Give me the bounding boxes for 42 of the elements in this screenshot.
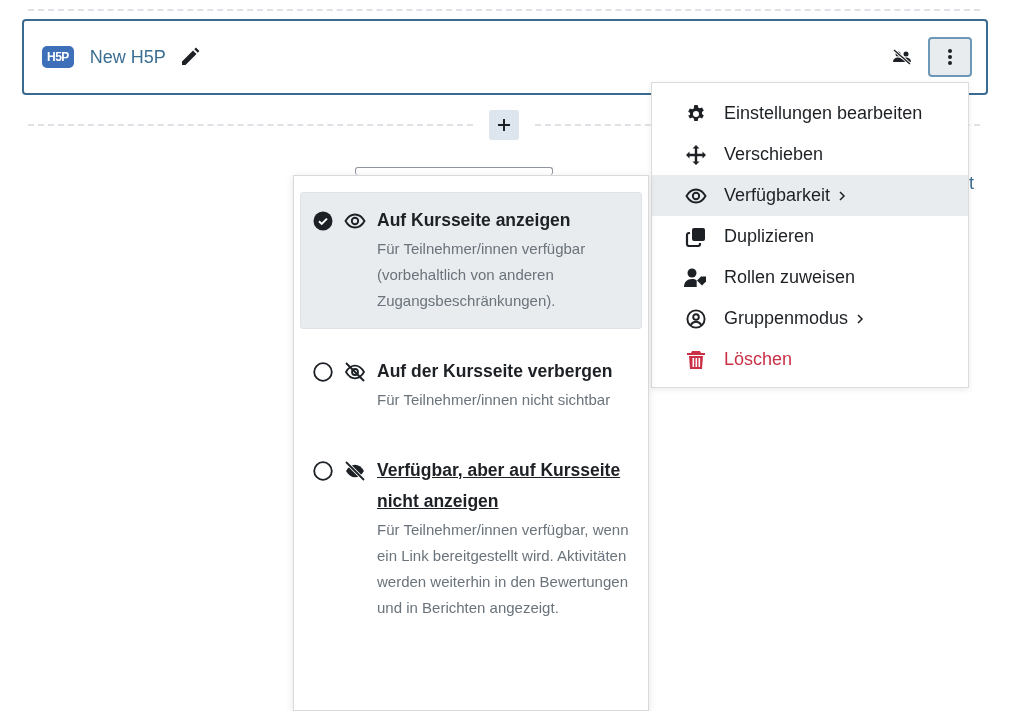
option-title: Verfügbar, aber auf Kursseite nicht anzeigen bbox=[377, 459, 622, 513]
activity-link[interactable]: New H5P bbox=[89, 43, 166, 71]
add-button[interactable] bbox=[489, 110, 519, 140]
menu-item-label: Rollen zuweisen bbox=[724, 266, 856, 289]
option-title: Auf Kursseite anzeigen bbox=[377, 209, 572, 232]
eye-slash-icon bbox=[343, 461, 367, 481]
user-circle-icon bbox=[684, 308, 708, 329]
menu-item-label: Gruppenmodus bbox=[724, 307, 849, 330]
availability-option[interactable]: Verfügbar, aber auf Kursseite nicht anzeigen Für Teilnehmer/innen verfügbar, wenn ein Link bereitgestellt wird. Aktivitäten werden weiterhin in den Bewertungen und in Berichten angezeigt. bbox=[300, 442, 642, 636]
link-fragment[interactable]: t bbox=[969, 170, 974, 197]
option-description: Für Teilnehmer/innen verfügbar, wenn ein Link bereitgestellt wird. Aktivitäten werden weiterhin in den Bewertungen und in Berichten angezeigt. bbox=[377, 520, 629, 618]
availability-option[interactable]: Auf der Kursseite verbergen Für Teilnehmer/innen nicht sichtbar bbox=[300, 343, 642, 428]
menu-item-label: Löschen bbox=[724, 348, 793, 371]
copy-icon bbox=[684, 226, 708, 247]
menu-item-label: Duplizieren bbox=[724, 225, 815, 248]
logo: H5P bbox=[42, 46, 74, 68]
option-title: Auf der Kursseite verbergen bbox=[377, 360, 614, 383]
chevron-icon bbox=[838, 189, 847, 202]
kebab-icon bbox=[947, 48, 953, 66]
eye-icon bbox=[343, 211, 367, 231]
trash-icon bbox=[684, 349, 708, 370]
chevron-icon bbox=[856, 312, 865, 325]
menu-item[interactable]: Einstellungen bearbeiten bbox=[652, 93, 968, 134]
menu-item[interactable]: Gruppenmodus bbox=[652, 298, 968, 339]
more-button[interactable] bbox=[928, 37, 972, 77]
menu-item[interactable]: Verschieben bbox=[652, 134, 968, 175]
move-icon bbox=[684, 144, 708, 165]
plus-icon bbox=[497, 118, 511, 132]
menu-item[interactable]: Duplizieren bbox=[652, 216, 968, 257]
availability-option[interactable]: Auf Kursseite anzeigen Für Teilnehmer/innen verfügbar (vorbehaltlich von anderen Zugangsbeschränkungen). bbox=[300, 192, 642, 329]
menu-item-label: Einstellungen bearbeiten bbox=[724, 102, 923, 125]
group-icon bbox=[892, 49, 912, 65]
eye-slash-icon bbox=[343, 362, 367, 382]
menu-item-label: Verschieben bbox=[724, 143, 824, 166]
menu-item[interactable]: Rollen zuweisen bbox=[652, 257, 968, 298]
menu-item[interactable]: Verfügbarkeit bbox=[652, 175, 968, 216]
menu-item[interactable]: Löschen bbox=[652, 339, 968, 380]
menu-item-label: Verfügbarkeit bbox=[724, 184, 831, 207]
user-tag-icon bbox=[684, 267, 708, 288]
option-description: Für Teilnehmer/innen verfügbar (vorbehaltlich von anderen Zugangsbeschränkungen). bbox=[377, 239, 587, 311]
pencil-icon[interactable] bbox=[179, 47, 200, 67]
option-description: Für Teilnehmer/innen nicht sichtbar bbox=[377, 390, 612, 410]
